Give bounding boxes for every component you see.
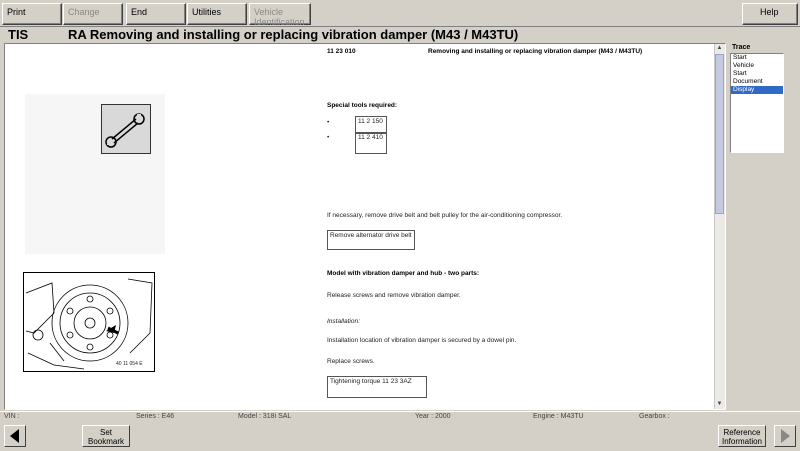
trace-item[interactable]: Start — [731, 70, 783, 78]
bullet: • — [327, 119, 330, 126]
bullet: • — [327, 134, 330, 141]
forward-button[interactable] — [774, 425, 796, 447]
help-button[interactable]: Help — [742, 3, 798, 25]
status-vin: VIN : — [4, 413, 20, 420]
remove-alternator-belt-link[interactable]: Remove alternator drive belt — [327, 230, 415, 250]
app-name: TIS — [8, 27, 29, 42]
tightening-torque-link[interactable]: Tightening torque 11 23 3AZ — [327, 376, 427, 398]
installation-label: Installation: — [327, 318, 360, 325]
triangle-right-icon — [781, 429, 790, 443]
trace-item-selected[interactable]: Display — [731, 86, 783, 94]
document-number: 11 23 010 — [327, 48, 356, 55]
tools-icon-box — [101, 104, 151, 154]
trace-list[interactable]: Start Vehicle Start Document Display — [730, 53, 784, 153]
special-tools-label: Special tools required: — [327, 102, 398, 109]
status-engine: Engine : M43TU — [533, 413, 584, 420]
figure-caption: 40 11 054 E — [116, 361, 143, 367]
top-toolbar: Print Change End Utilities Vehicle Ident… — [0, 0, 800, 27]
step-text: If necessary, remove drive belt and belt… — [327, 212, 563, 219]
trace-item[interactable]: Document — [731, 78, 783, 86]
trace-item[interactable]: Start — [731, 54, 783, 62]
tool-link-2[interactable]: 11 2 410 — [355, 132, 387, 154]
document-heading: Removing and installing or replacing vib… — [428, 48, 643, 55]
vehicle-identification-button[interactable]: Vehicle Identification — [249, 3, 311, 27]
reference-information-button[interactable]: Reference Information — [718, 425, 766, 447]
scroll-up-arrow-icon[interactable]: ▲ — [715, 44, 724, 53]
vibration-damper-illustration — [25, 278, 153, 370]
step-text: Installation location of vibration dampe… — [327, 337, 517, 344]
trace-label: Trace — [732, 44, 751, 51]
set-bookmark-button[interactable]: Set Bookmark — [82, 425, 130, 447]
end-button[interactable]: End — [126, 3, 186, 25]
figure-vibration-damper: 40 11 054 E — [23, 272, 155, 372]
print-button[interactable]: Print — [2, 3, 62, 25]
page-title: RA Removing and installing or replacing … — [68, 27, 519, 42]
model-heading: Model with vibration damper and hub - tw… — [327, 270, 480, 277]
trace-item[interactable]: Vehicle — [731, 62, 783, 70]
change-button[interactable]: Change — [63, 3, 123, 25]
scrollbar-thumb[interactable] — [715, 54, 724, 214]
status-year: Year : 2000 — [415, 413, 451, 420]
wrench-icon — [105, 113, 145, 148]
scroll-down-arrow-icon[interactable]: ▼ — [715, 400, 724, 409]
back-button[interactable] — [4, 425, 26, 447]
status-series: Series : E46 — [136, 413, 175, 420]
status-model: Model : 318i SAL — [238, 413, 292, 420]
status-gearbox: Gearbox : — [639, 413, 670, 420]
step-text: Release screws and remove vibration damp… — [327, 292, 461, 299]
utilities-button[interactable]: Utilities — [187, 3, 247, 25]
document-pane: 40 11 054 E 11 23 010 Removing and insta… — [4, 43, 726, 410]
status-bar — [0, 411, 800, 423]
step-text: Replace screws. — [327, 358, 375, 365]
triangle-left-icon — [10, 429, 19, 443]
